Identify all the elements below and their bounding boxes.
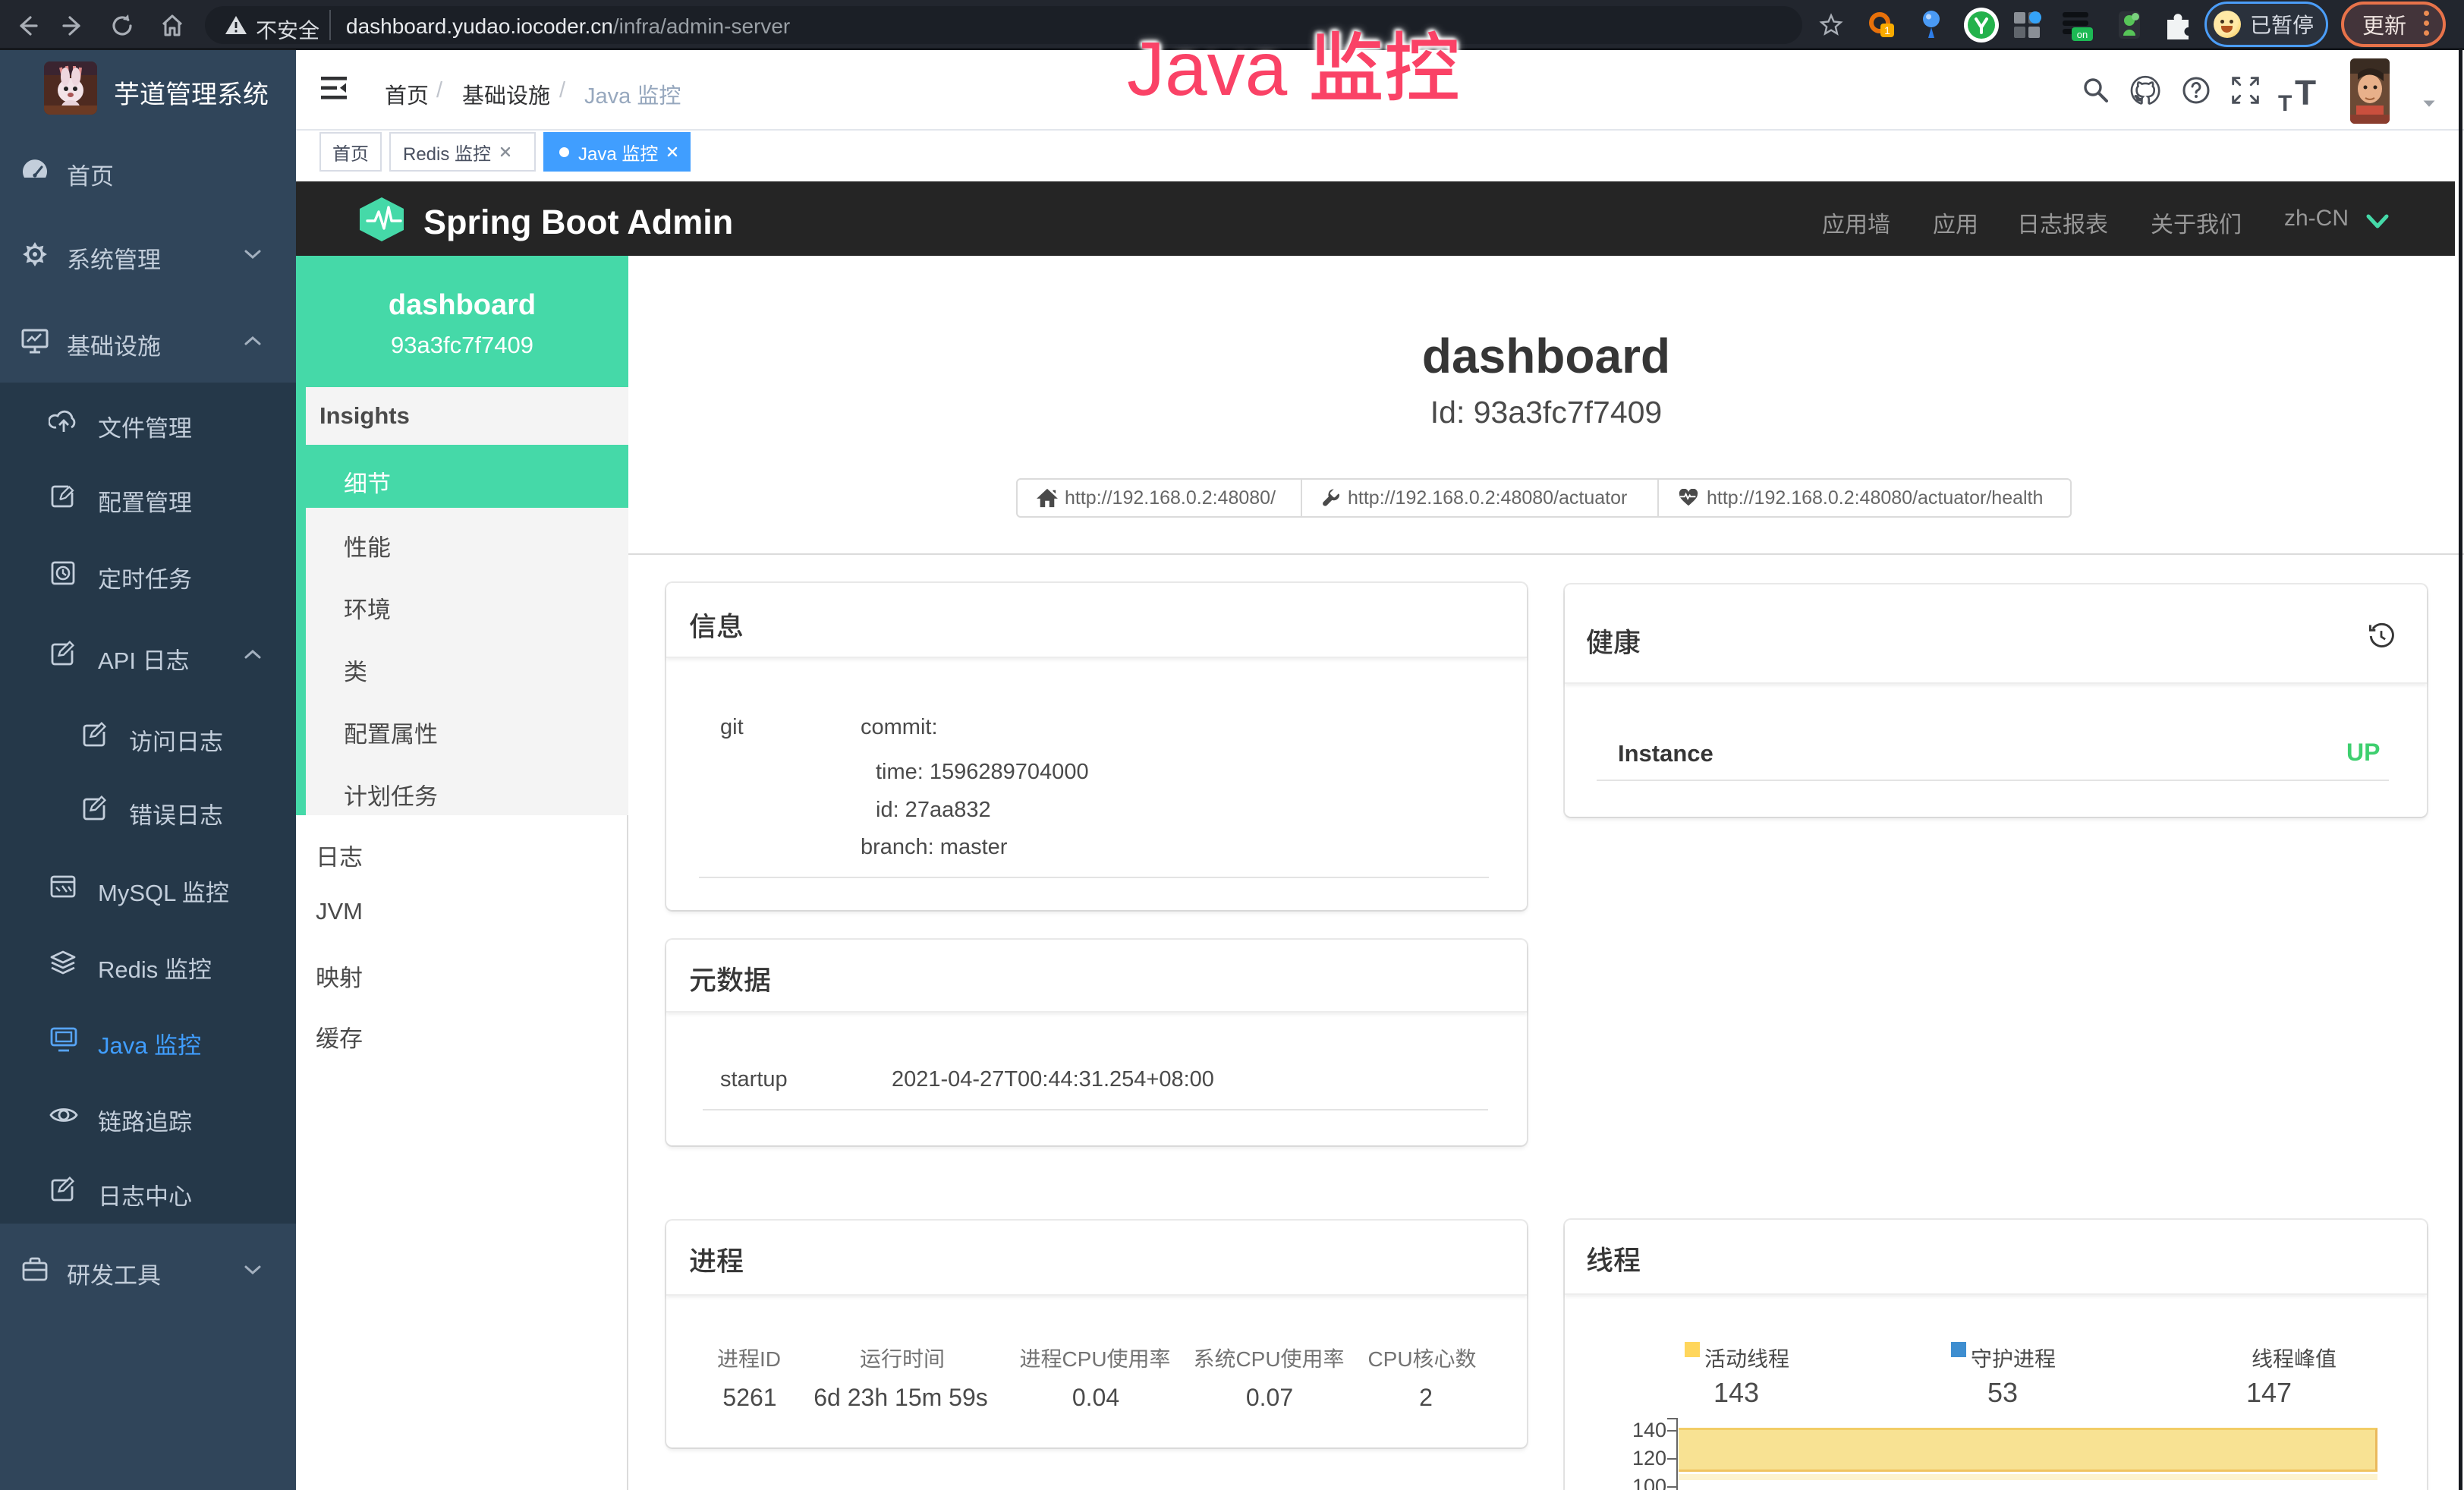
svg-text:1: 1 <box>1884 24 1890 36</box>
svg-text:on: on <box>2077 29 2088 40</box>
